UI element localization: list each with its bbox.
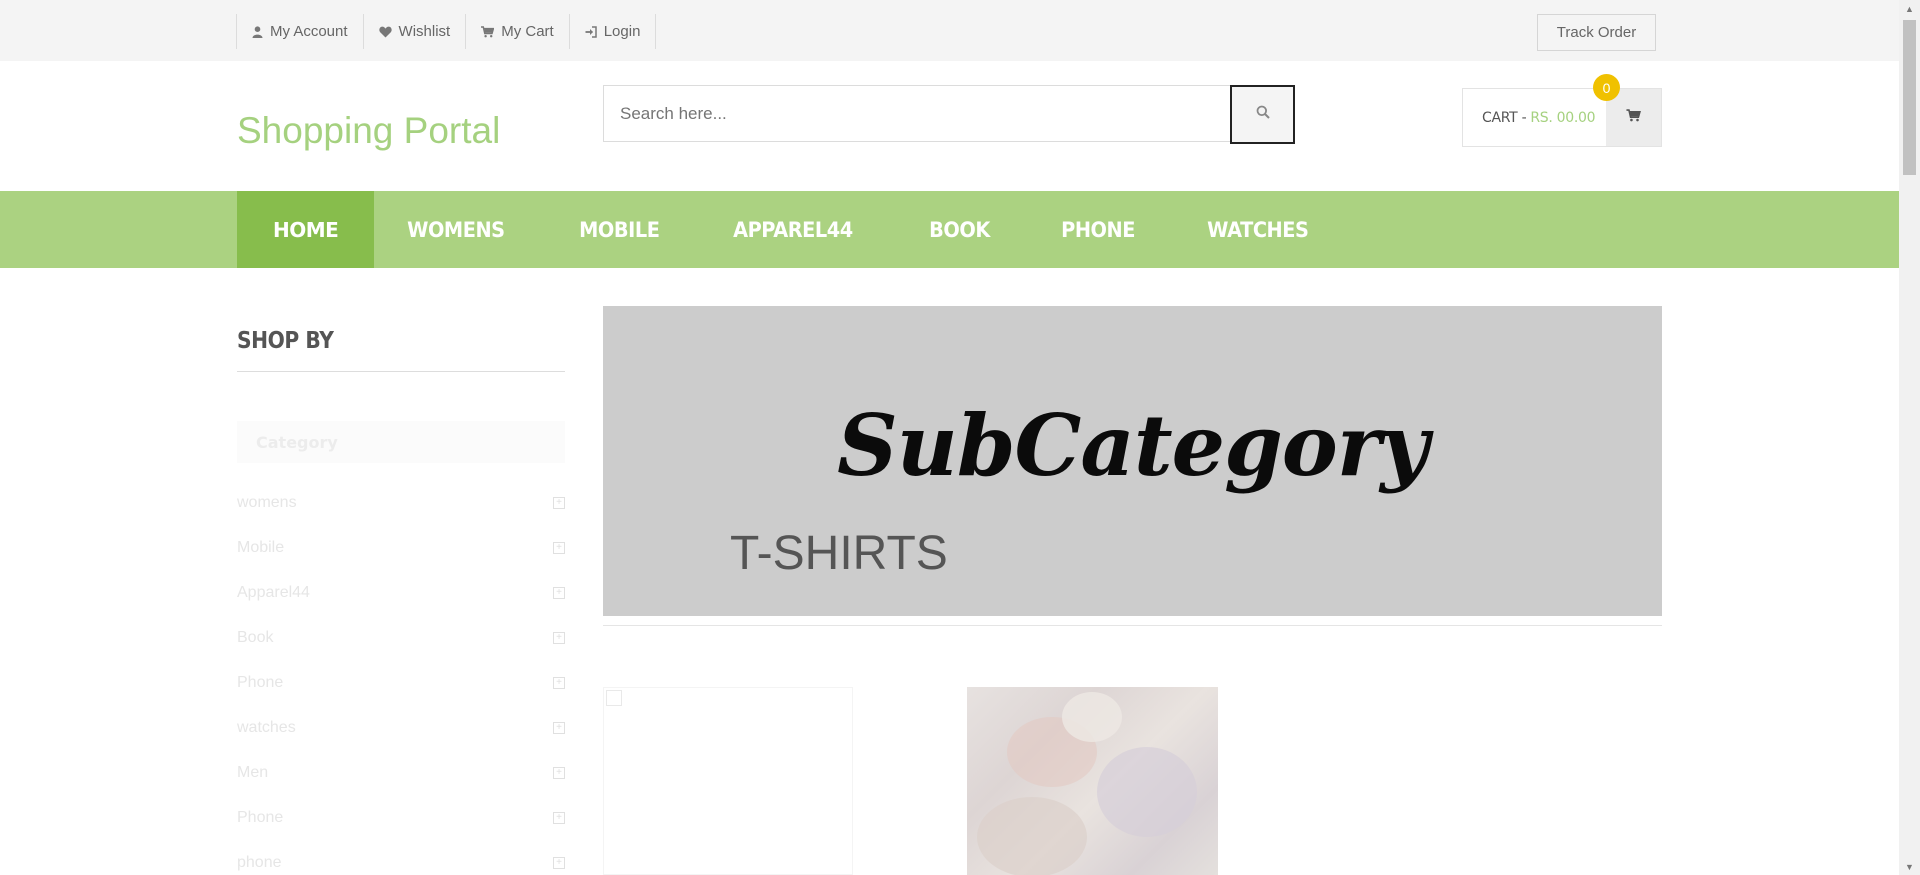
category-label: womens <box>237 493 297 511</box>
vertical-scrollbar[interactable]: ▲ ▼ <box>1899 0 1920 875</box>
category-item[interactable]: Mobile + <box>237 525 565 570</box>
my-account-link[interactable]: My Account <box>237 14 364 49</box>
expand-plus-icon[interactable]: + <box>553 586 565 599</box>
top-bar: My Account Wishlist My Cart Login Track … <box>0 0 1899 61</box>
search-button[interactable] <box>1230 85 1295 144</box>
shop-by-divider <box>237 371 565 372</box>
my-cart-link[interactable]: My Cart <box>466 14 570 49</box>
banner-divider <box>603 625 1662 626</box>
category-item[interactable]: Book + <box>237 615 565 660</box>
category-label: phone <box>237 853 282 871</box>
wishlist-link[interactable]: Wishlist <box>364 14 467 49</box>
shop-by-heading: SHOP BY <box>237 328 334 354</box>
track-order-button[interactable]: Track Order <box>1537 14 1656 51</box>
nav-item-home[interactable]: HOME <box>237 191 375 268</box>
category-label: watches <box>237 718 296 736</box>
expand-plus-icon[interactable]: + <box>553 811 565 824</box>
expand-plus-icon[interactable]: + <box>553 676 565 689</box>
category-item[interactable]: Phone + <box>237 660 565 705</box>
nav-item-apparel44[interactable]: APPAREL44 <box>700 191 886 268</box>
expand-plus-icon[interactable]: + <box>553 721 565 734</box>
header-cart[interactable]: CART - RS. 00.00 <box>1462 88 1662 147</box>
expand-plus-icon[interactable]: + <box>553 766 565 779</box>
expand-plus-icon[interactable]: + <box>553 541 565 554</box>
product-image[interactable] <box>967 687 1218 875</box>
broken-image-icon <box>606 690 622 706</box>
page: My Account Wishlist My Cart Login Track … <box>0 0 1920 875</box>
category-label: Mobile <box>237 538 285 556</box>
expand-plus-icon[interactable]: + <box>553 856 565 869</box>
image-detail <box>977 797 1087 875</box>
product-card[interactable] <box>603 687 853 875</box>
heart-icon <box>378 26 392 38</box>
category-item[interactable]: watches + <box>237 705 565 750</box>
category-item[interactable]: Men + <box>237 750 565 795</box>
search-icon <box>1256 105 1270 124</box>
site-logo[interactable]: Shopping Portal <box>237 110 500 152</box>
nav-item-watches[interactable]: WATCHES <box>1174 191 1342 268</box>
category-item[interactable]: womens + <box>237 480 565 525</box>
nav-item-phone[interactable]: PHONE <box>1028 191 1168 268</box>
expand-plus-icon[interactable]: + <box>553 631 565 644</box>
category-label: Phone <box>237 673 284 691</box>
category-label: Phone <box>237 808 284 826</box>
login-link[interactable]: Login <box>570 14 657 49</box>
category-header[interactable]: Category <box>237 421 565 463</box>
cart-icon <box>481 25 495 38</box>
category-item[interactable]: Apparel44 + <box>237 570 565 615</box>
user-icon <box>252 25 263 38</box>
scroll-down-icon[interactable]: ▼ <box>1899 858 1920 875</box>
banner-subtitle: T-SHIRTS <box>730 527 948 580</box>
nav-list: HOME WOMENS MOBILE APPAREL44 BOOK PHONE … <box>237 191 1350 268</box>
wishlist-label: Wishlist <box>398 23 451 40</box>
my-account-label: My Account <box>270 23 348 40</box>
scroll-up-icon[interactable]: ▲ <box>1899 0 1920 17</box>
nav-item-mobile[interactable]: MOBILE <box>546 191 693 268</box>
category-item[interactable]: phone + <box>237 840 565 875</box>
banner-title: SubCategory <box>837 396 1429 495</box>
cart-label: CART - <box>1482 109 1527 126</box>
category-label: Book <box>237 628 274 646</box>
subcategory-banner: SubCategory T-SHIRTS <box>603 306 1662 616</box>
login-icon <box>585 25 597 38</box>
image-detail <box>1062 692 1122 742</box>
nav-item-womens[interactable]: WOMENS <box>374 191 538 268</box>
cart-amount: RS. 00.00 <box>1530 109 1596 126</box>
scroll-thumb[interactable] <box>1903 20 1916 175</box>
search-field[interactable] <box>603 85 1231 142</box>
top-links: My Account Wishlist My Cart Login <box>236 14 657 49</box>
category-list: womens + Mobile + Apparel44 + Book + Phone + … <box>237 480 565 875</box>
expand-plus-icon[interactable]: + <box>553 496 565 509</box>
main-nav: HOME WOMENS MOBILE APPAREL44 BOOK PHONE … <box>0 191 1899 268</box>
search-input[interactable] <box>620 86 1230 141</box>
cart-icon <box>1626 108 1641 127</box>
category-label: Men <box>237 763 269 781</box>
image-detail <box>1097 747 1197 837</box>
category-item[interactable]: Phone + <box>237 795 565 840</box>
cart-summary: CART - RS. 00.00 <box>1463 89 1606 146</box>
nav-item-book[interactable]: BOOK <box>896 191 1023 268</box>
cart-count-badge: 0 <box>1593 74 1620 101</box>
my-cart-label: My Cart <box>501 23 554 40</box>
login-label: Login <box>603 23 641 40</box>
category-label: Apparel44 <box>237 583 310 601</box>
